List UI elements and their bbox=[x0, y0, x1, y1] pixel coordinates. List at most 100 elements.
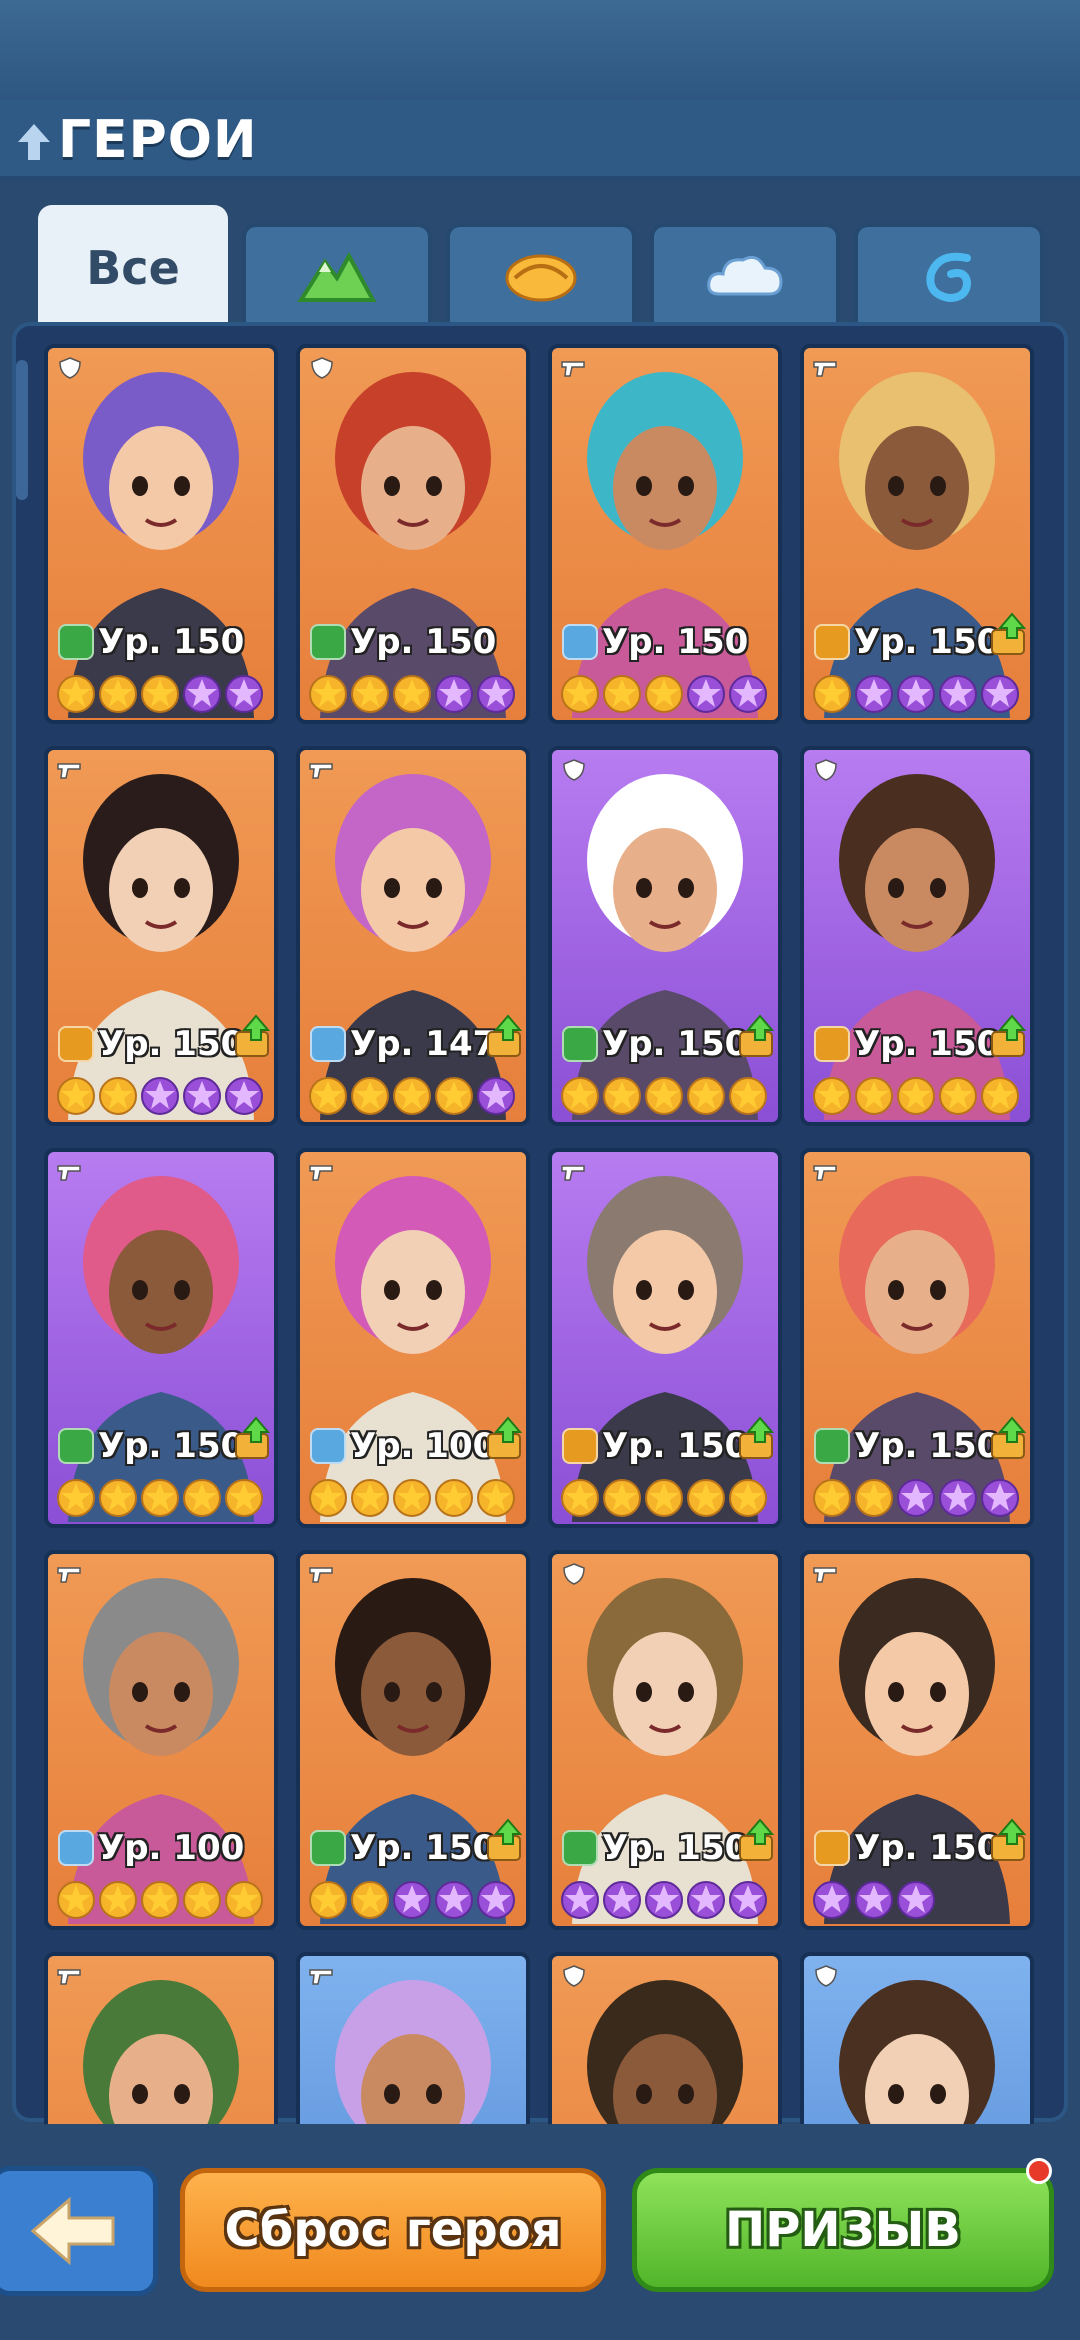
hero-level: Ур. 150 bbox=[814, 1826, 1000, 1870]
hero-level-text: Ур. 150 bbox=[602, 1426, 749, 1466]
shield-role-icon bbox=[563, 1563, 585, 1585]
notification-dot bbox=[1026, 2158, 1052, 2184]
top-status-bar bbox=[0, 0, 1080, 100]
hero-card[interactable] bbox=[296, 1952, 530, 2124]
gun-role-icon bbox=[309, 1567, 333, 1583]
gold-star-icon bbox=[393, 675, 431, 713]
gold-star-icon bbox=[309, 675, 347, 713]
tab-wave[interactable] bbox=[854, 223, 1044, 325]
summon-button[interactable]: ПРИЗЫВ bbox=[632, 2168, 1054, 2292]
hero-level-text: Ур. 150 bbox=[854, 622, 1001, 662]
purple-star-icon bbox=[141, 1077, 179, 1115]
hero-card[interactable]: Ур. 150 bbox=[548, 1550, 782, 1930]
purple-star-icon bbox=[729, 1881, 767, 1919]
hero-card[interactable]: Ур. 150 bbox=[44, 1148, 278, 1528]
hero-card[interactable]: Ур. 150 bbox=[800, 746, 1034, 1126]
purple-star-icon bbox=[435, 675, 473, 713]
mountain-element-icon bbox=[814, 1428, 850, 1464]
mountain-element-icon bbox=[58, 1428, 94, 1464]
hero-level: Ур. 150 bbox=[814, 1022, 1000, 1066]
tab-mountain[interactable] bbox=[242, 223, 432, 325]
sun-icon bbox=[505, 254, 577, 302]
purple-star-icon bbox=[981, 675, 1019, 713]
sun-element-icon bbox=[814, 1026, 850, 1062]
gold-star-icon bbox=[351, 1479, 389, 1517]
summon-label: ПРИЗЫВ bbox=[725, 2202, 961, 2258]
hero-stars bbox=[560, 1880, 778, 1920]
hero-card[interactable] bbox=[44, 1952, 278, 2124]
scrollbar[interactable] bbox=[16, 360, 28, 500]
hero-card[interactable]: Ур. 150 bbox=[296, 344, 530, 724]
hero-card[interactable] bbox=[548, 1952, 782, 2124]
hero-card[interactable]: Ур. 150 bbox=[44, 746, 278, 1126]
gold-star-icon bbox=[309, 1881, 347, 1919]
purple-star-icon bbox=[855, 1881, 893, 1919]
hero-level-text: Ур. 150 bbox=[854, 1426, 1001, 1466]
reset-hero-button[interactable]: Сброс героя bbox=[180, 2168, 606, 2292]
hero-card[interactable]: Ур. 150 bbox=[800, 1148, 1034, 1528]
tab-cloud[interactable] bbox=[650, 223, 840, 325]
hero-card[interactable]: Ур. 150 bbox=[548, 344, 782, 724]
gold-star-icon bbox=[183, 1881, 221, 1919]
gold-star-icon bbox=[729, 1479, 767, 1517]
gold-star-icon bbox=[855, 1077, 893, 1115]
gun-role-icon bbox=[309, 1165, 333, 1181]
gold-star-icon bbox=[99, 1077, 137, 1115]
cloud-icon bbox=[707, 255, 783, 296]
hero-stars bbox=[812, 674, 1030, 714]
gold-star-icon bbox=[57, 675, 95, 713]
hero-level: Ур. 100 bbox=[310, 1424, 496, 1468]
hero-level: Ур. 150 bbox=[310, 1826, 496, 1870]
hero-card[interactable]: Ур. 100 bbox=[296, 1148, 530, 1528]
hero-card[interactable]: Ур. 150 bbox=[44, 344, 278, 724]
wave-icon bbox=[926, 252, 972, 303]
purple-star-icon bbox=[183, 1077, 221, 1115]
tab-all-label: Все bbox=[86, 241, 180, 295]
hero-stars bbox=[308, 1880, 526, 1920]
shield-role-icon bbox=[563, 1965, 585, 1987]
upgrade-arrow-icon bbox=[487, 1014, 523, 1057]
upgrade-arrow-icon bbox=[991, 1014, 1027, 1057]
hero-card[interactable]: Ур. 150 bbox=[548, 1148, 782, 1528]
hero-card[interactable] bbox=[800, 1952, 1034, 2124]
tab-sun[interactable] bbox=[446, 223, 636, 325]
gold-star-icon bbox=[57, 1077, 95, 1115]
gold-star-icon bbox=[855, 1479, 893, 1517]
gun-role-icon bbox=[309, 1969, 333, 1985]
hero-card[interactable]: Ур. 150 bbox=[800, 344, 1034, 724]
hero-card[interactable]: Ур. 150 bbox=[548, 746, 782, 1126]
shield-role-icon bbox=[815, 759, 837, 781]
hero-level-text: Ур. 100 bbox=[350, 1426, 497, 1466]
purple-star-icon bbox=[225, 675, 263, 713]
hero-card[interactable]: Ур. 147 bbox=[296, 746, 530, 1126]
upgrade-arrow-icon bbox=[487, 1416, 523, 1459]
gold-star-icon bbox=[225, 1881, 263, 1919]
purple-star-icon bbox=[897, 1881, 935, 1919]
tab-all[interactable]: Все bbox=[38, 205, 228, 327]
gold-star-icon bbox=[687, 1479, 725, 1517]
shield-role-icon bbox=[311, 357, 333, 379]
purple-star-icon bbox=[477, 1881, 515, 1919]
cloud-element-icon bbox=[562, 624, 598, 660]
gold-star-icon bbox=[99, 1881, 137, 1919]
shield-role-icon bbox=[59, 357, 81, 379]
hero-level: Ур. 100 bbox=[58, 1826, 244, 1870]
gold-star-icon bbox=[687, 1077, 725, 1115]
hero-level: Ур. 150 bbox=[562, 1826, 748, 1870]
hero-card[interactable]: Ур. 150 bbox=[800, 1550, 1034, 1930]
sun-element-icon bbox=[562, 1428, 598, 1464]
purple-star-icon bbox=[561, 1881, 599, 1919]
gold-star-icon bbox=[477, 1479, 515, 1517]
purple-star-icon bbox=[897, 675, 935, 713]
sun-element-icon bbox=[814, 1830, 850, 1866]
back-button[interactable] bbox=[0, 2166, 158, 2296]
hero-level-text: Ур. 147 bbox=[350, 1024, 497, 1064]
hero-stars bbox=[560, 674, 778, 714]
hero-level: Ур. 147 bbox=[310, 1022, 496, 1066]
hero-stars bbox=[812, 1880, 1030, 1920]
hero-card[interactable]: Ур. 100 bbox=[44, 1550, 278, 1930]
gold-star-icon bbox=[813, 675, 851, 713]
hero-card[interactable]: Ур. 150 bbox=[296, 1550, 530, 1930]
purple-star-icon bbox=[393, 1881, 431, 1919]
hero-stars bbox=[812, 1076, 1030, 1116]
